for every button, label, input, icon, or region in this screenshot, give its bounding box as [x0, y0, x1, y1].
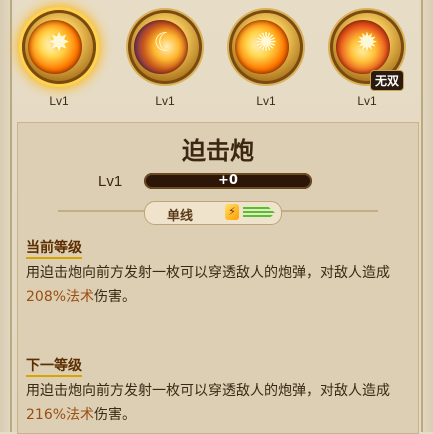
current-desc-value: 208%法术 [26, 289, 95, 305]
left-frame-border [0, 0, 14, 432]
inferno-glyph-icon: ✹ [356, 28, 378, 58]
exp-bar-text: +0 [218, 173, 238, 188]
target-type-label: 单线 [167, 209, 194, 224]
ultimate-badge: 无双 [370, 70, 405, 91]
skill-slot-3[interactable]: ✺ Lv1 [225, 10, 307, 110]
flame-glyph-icon: ✺ [255, 28, 277, 58]
explosion-glyph-icon: ✸ [48, 28, 70, 58]
runner-icon: ⚡ [225, 204, 239, 220]
right-frame-border [419, 0, 433, 432]
next-level-description: 用迫击炮向前方发射一枚可以穿透敌人的炮弹，对敌人造成 216%法术伤害。 [26, 379, 406, 427]
skill-3-level: Lv1 [256, 94, 276, 108]
skill-slot-2[interactable]: ☾ Lv1 [124, 10, 206, 110]
next-desc-value: 216%法术 [26, 407, 95, 423]
exp-bar: +0 [144, 173, 312, 189]
skill-slot-1[interactable]: ✸ Lv1 [18, 10, 100, 110]
skill-title: 迫击炮 [182, 137, 254, 165]
skill-level-label: Lv1 [98, 173, 123, 190]
skill-4-level: Lv1 [357, 94, 377, 108]
skill-detail-panel: 迫击炮 Lv1 +0 单线 ⚡ 当前等级 用迫击炮向前方发射一枚可以穿透敌人的炮… [17, 122, 419, 434]
multi-arrow-icon [243, 207, 275, 219]
current-level-heading: 当前等级 [26, 237, 82, 259]
next-level-heading: 下一等级 [26, 355, 82, 377]
current-desc-pre: 用迫击炮向前方发射一枚可以穿透敌人的炮弹，对敌人造成 [26, 265, 390, 281]
skill-1-level: Lv1 [49, 94, 69, 108]
next-desc-post: 伤害。 [94, 407, 137, 423]
skill-2-level: Lv1 [155, 94, 175, 108]
crescent-glyph-icon: ☾ [153, 28, 177, 58]
target-type-tag: 单线 ⚡ [144, 201, 282, 225]
next-desc-pre: 用迫击炮向前方发射一枚可以穿透敌人的炮弹，对敌人造成 [26, 383, 390, 399]
skill-slot-4[interactable]: ✹ 无双 Lv1 [326, 10, 408, 110]
current-level-description: 用迫击炮向前方发射一枚可以穿透敌人的炮弹，对敌人造成 208%法术伤害。 [26, 261, 406, 309]
current-desc-post: 伤害。 [94, 289, 137, 305]
